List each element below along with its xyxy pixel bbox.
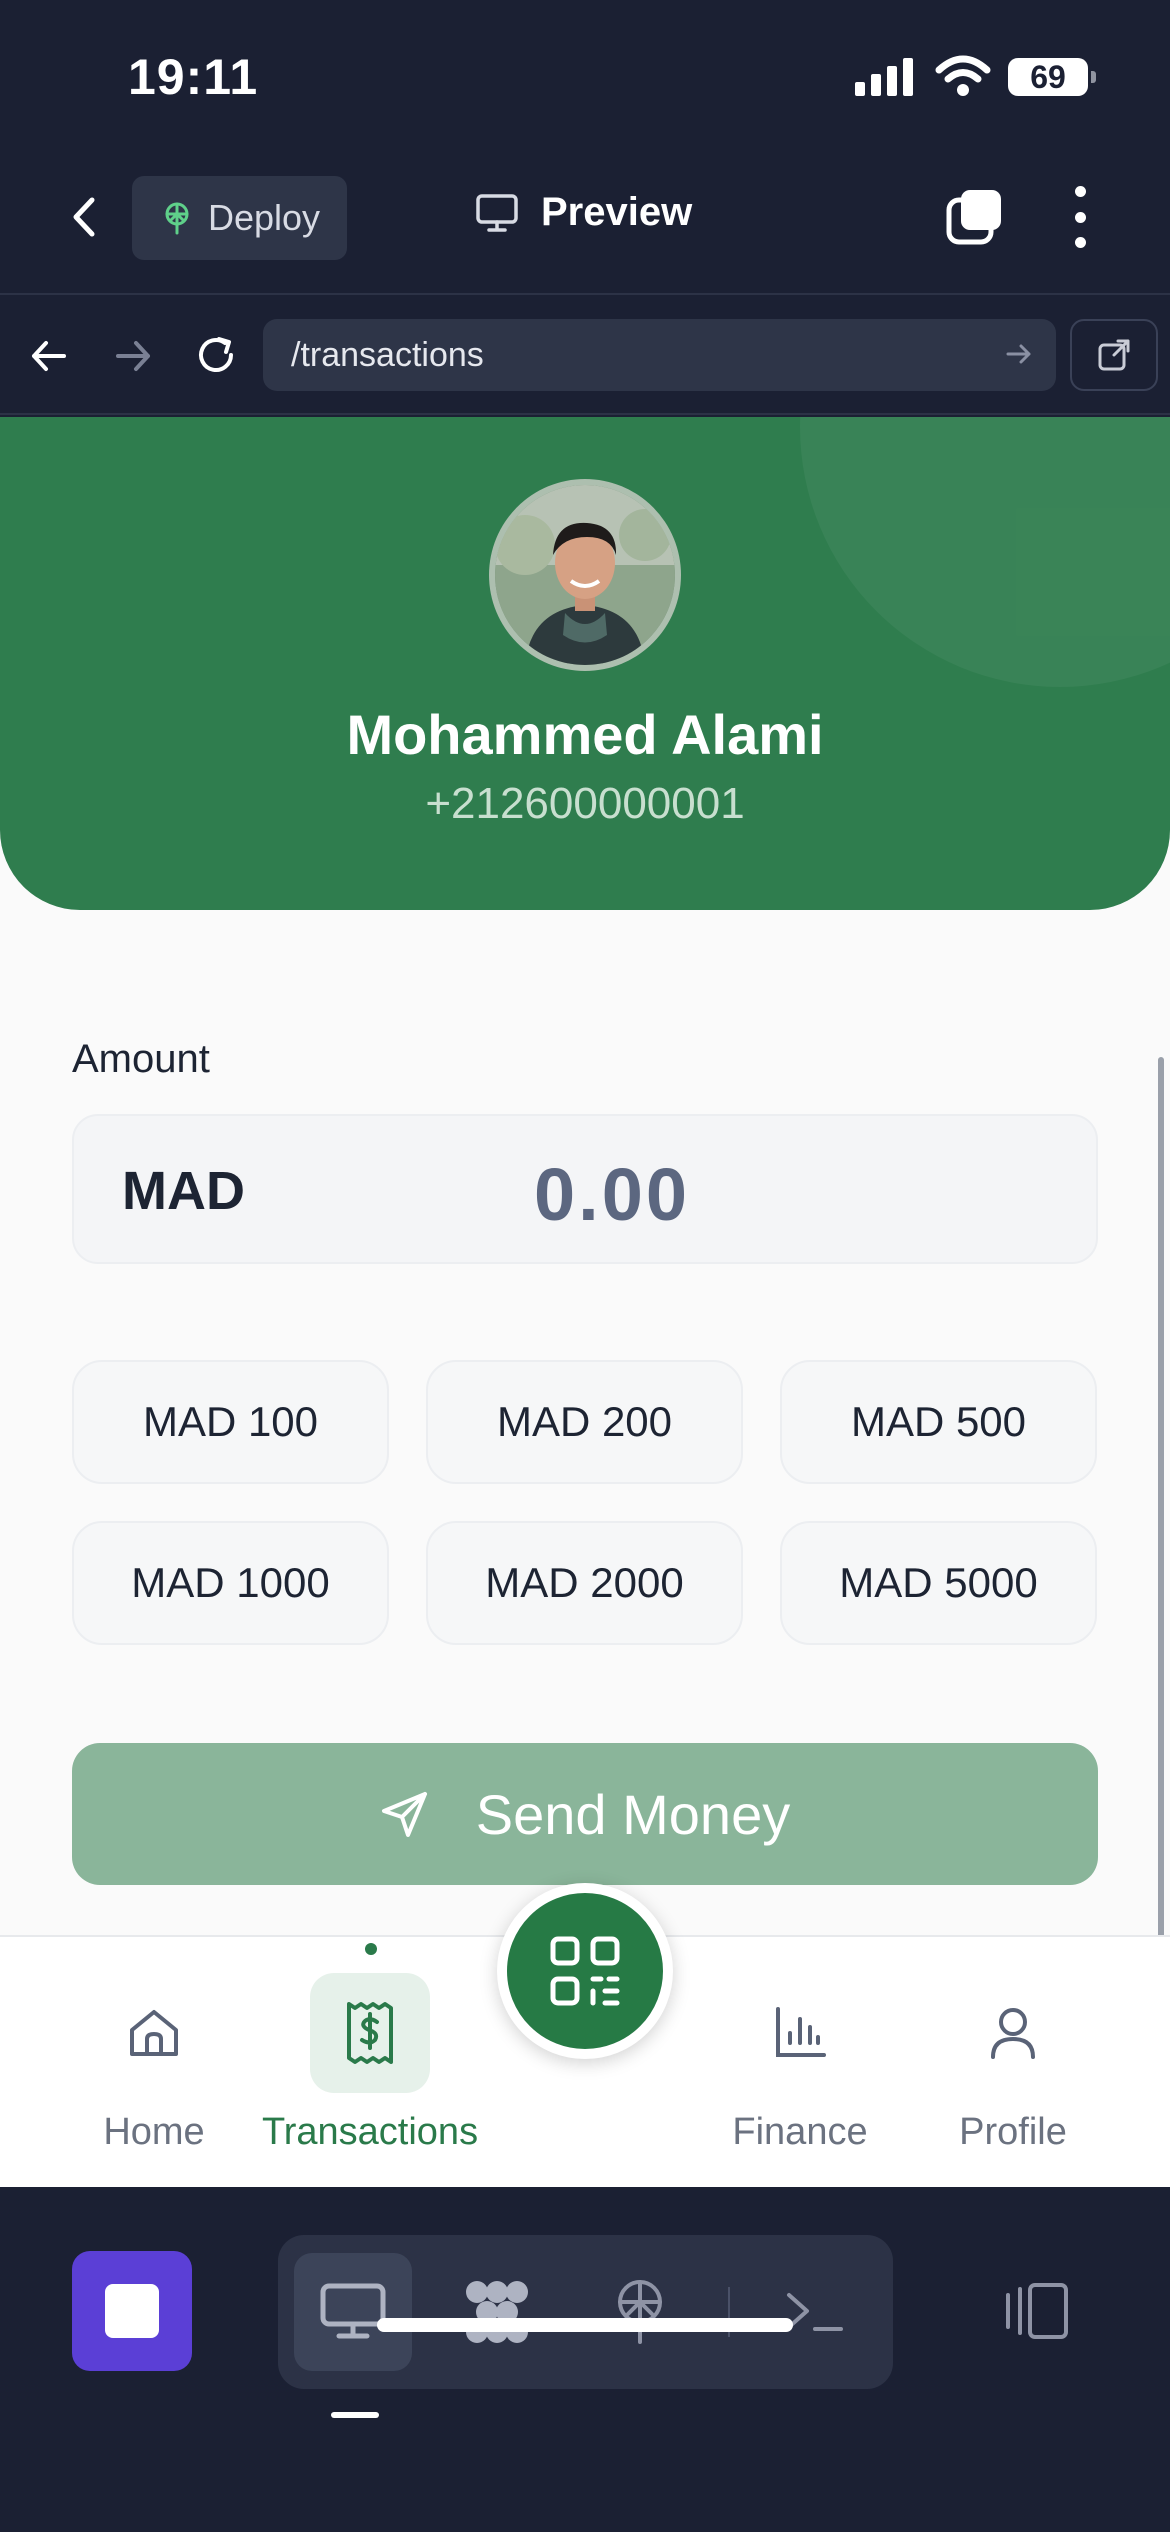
active-tab-indicator — [365, 1943, 377, 1955]
go-arrow-icon[interactable] — [1004, 339, 1034, 369]
monitor-icon — [476, 193, 518, 232]
nav-item-transactions[interactable]: Transactions — [262, 1973, 478, 2154]
battery-icon: 69 — [1008, 58, 1096, 96]
wifi-icon — [935, 55, 991, 96]
quick-amount-grid: MAD 100 MAD 200 MAD 500 MAD 1000 MAD 200… — [72, 1360, 1098, 1645]
split-layout-icon[interactable] — [1000, 2281, 1072, 2341]
preview-label: Preview — [541, 190, 693, 234]
browser-back-icon[interactable] — [26, 333, 72, 379]
dock-tab-group — [278, 2235, 893, 2389]
deploy-button[interactable]: Deploy — [132, 176, 347, 260]
url-text: /transactions — [291, 335, 484, 374]
avatar-photo — [495, 485, 675, 665]
avatar — [489, 479, 681, 671]
amount-value[interactable]: 0.00 — [534, 1152, 690, 1237]
more-options-icon[interactable] — [1063, 186, 1097, 248]
preview-tab[interactable]: Preview — [475, 190, 692, 235]
cellular-signal-icon — [855, 58, 915, 96]
nav-label-finance: Finance — [732, 2111, 868, 2153]
home-indicator[interactable] — [377, 2318, 793, 2332]
recipient-header: Mohammed Alami +212600000001 — [0, 417, 1170, 910]
dock-tab-console[interactable] — [756, 2253, 874, 2371]
recipient-phone: +212600000001 — [425, 779, 745, 828]
nav-item-profile[interactable]: Profile — [913, 1973, 1113, 2154]
tabs-icon[interactable] — [945, 188, 1003, 246]
deploy-label: Deploy — [208, 197, 321, 238]
home-icon — [130, 2010, 178, 2056]
amount-label: Amount — [72, 1037, 210, 1081]
deploy-icon — [618, 2280, 662, 2344]
quick-amount-2000-button[interactable]: MAD 2000 — [426, 1521, 743, 1645]
stop-button[interactable] — [72, 2251, 192, 2371]
nav-item-home[interactable]: Home — [54, 1973, 254, 2154]
amount-currency: MAD — [122, 1161, 245, 1221]
browser-forward-icon[interactable] — [110, 333, 156, 379]
decorative-circle — [800, 417, 1170, 687]
nav-label-profile: Profile — [959, 2111, 1067, 2153]
user-icon — [991, 2008, 1035, 2059]
send-icon — [381, 1792, 427, 1837]
nav-label-home: Home — [103, 2111, 205, 2153]
amount-input[interactable]: MAD 0.00 — [72, 1114, 1098, 1264]
send-money-label: Send Money — [475, 1782, 791, 1846]
url-field[interactable]: /transactions — [263, 319, 1056, 391]
apps-grid-icon — [466, 2281, 528, 2343]
monitor-icon — [320, 2283, 386, 2339]
app-toolbar: Deploy Preview — [0, 150, 1170, 295]
send-money-button[interactable]: Send Money — [72, 1743, 1098, 1885]
deploy-icon — [165, 202, 189, 235]
stop-icon — [105, 2284, 159, 2338]
qr-scan-button[interactable] — [497, 1883, 673, 2059]
quick-amount-100-button[interactable]: MAD 100 — [72, 1360, 389, 1484]
quick-amount-5000-button[interactable]: MAD 5000 — [780, 1521, 1097, 1645]
back-arrow-icon[interactable] — [60, 192, 110, 242]
qr-code-icon — [550, 1936, 620, 2006]
dock-tab-preview[interactable] — [294, 2253, 412, 2371]
nav-label-transactions: Transactions — [261, 2111, 479, 2153]
quick-amount-500-button[interactable]: MAD 500 — [780, 1360, 1097, 1484]
status-time: 19:11 — [128, 49, 259, 105]
browser-bar: /transactions — [0, 297, 1170, 415]
quick-amount-200-button[interactable]: MAD 200 — [426, 1360, 743, 1484]
dock-tab-deploy[interactable] — [581, 2253, 699, 2371]
nav-item-finance[interactable]: Finance — [700, 1973, 900, 2154]
reload-icon[interactable] — [193, 333, 239, 379]
bottom-dock — [0, 2189, 1170, 2532]
receipt-dollar-icon — [347, 2002, 393, 2064]
terminal-icon — [787, 2293, 843, 2331]
bar-chart-icon — [776, 2007, 826, 2057]
quick-amount-1000-button[interactable]: MAD 1000 — [72, 1521, 389, 1645]
external-link-icon — [1098, 339, 1130, 371]
open-external-button[interactable] — [1070, 319, 1158, 391]
status-bar: 19:11 69 — [0, 0, 1170, 150]
dock-tab-apps[interactable] — [438, 2253, 556, 2371]
dock-active-indicator — [331, 2412, 379, 2418]
recipient-name: Mohammed Alami — [346, 703, 824, 766]
